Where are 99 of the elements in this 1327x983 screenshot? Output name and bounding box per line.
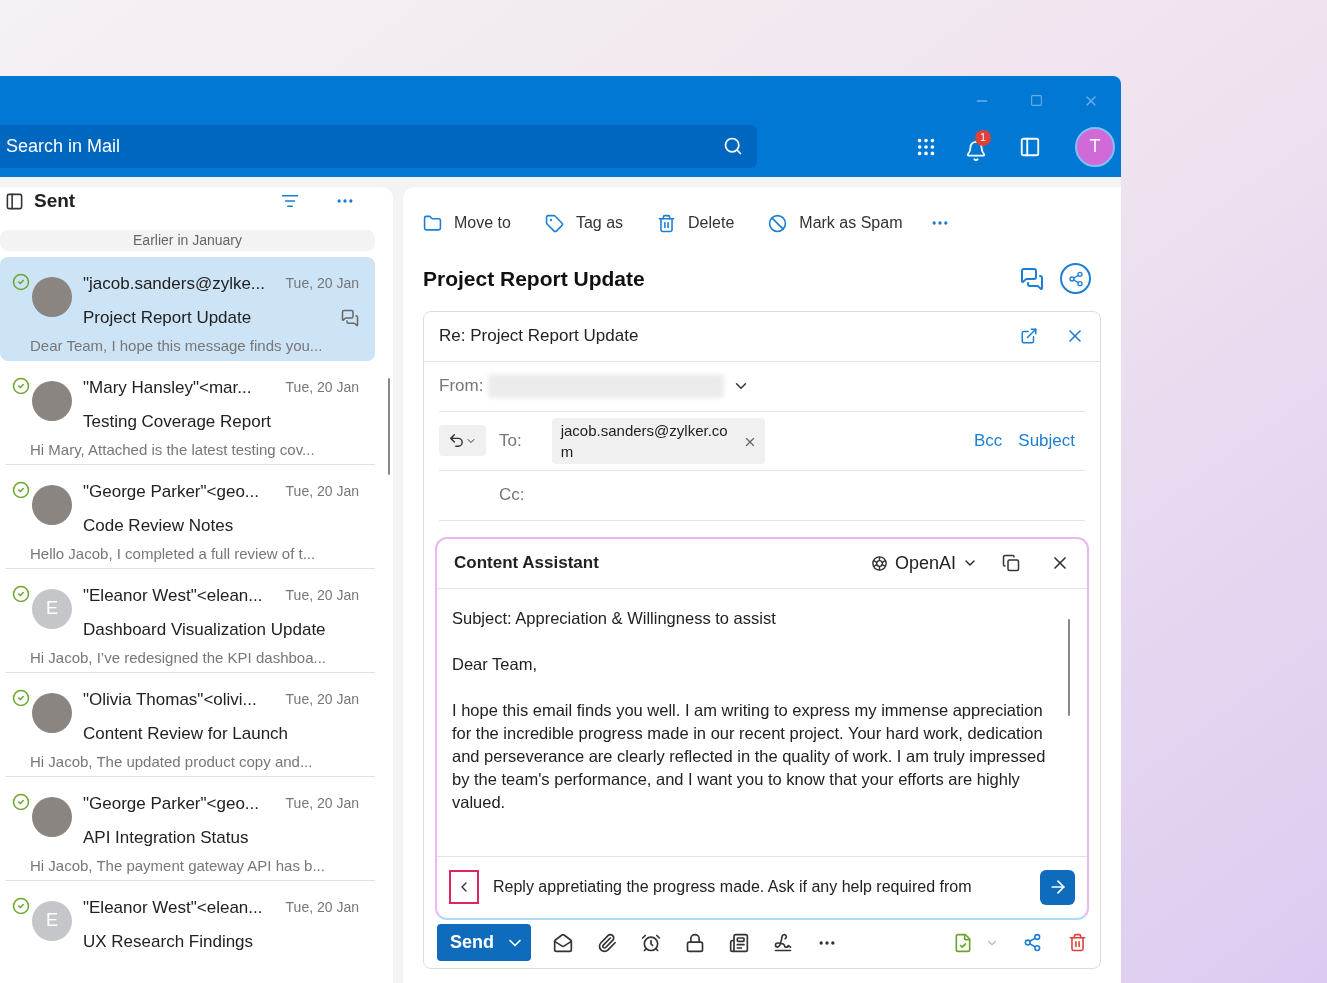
mail-item[interactable]: E "Eleanor West"<elean... Tue, 20 Jan Dashboard Visualization Update Hi Jacob, I’ve redesigned the KPI dashboa... <box>5 568 375 673</box>
attachment-icon[interactable] <box>597 932 617 953</box>
mail-item[interactable]: "Olivia Thomas"<olivi... Tue, 20 Jan Content Review for Launch Hi Jacob, The updated product copy and... <box>5 672 375 777</box>
alarm-clock-icon[interactable] <box>641 932 661 953</box>
mail-subject: UX Research Findings <box>83 931 254 953</box>
sent-check-icon <box>12 584 30 603</box>
toolbar-button[interactable]: Tag as <box>544 211 624 235</box>
template-icon[interactable] <box>729 932 749 953</box>
toolbar-button[interactable]: Mark as Spam <box>768 211 903 235</box>
mail-date: Tue, 20 Jan <box>284 793 359 813</box>
avatar: E <box>32 588 72 629</box>
ban-icon <box>768 213 788 233</box>
mail-subject: Dashboard Visualization Update <box>83 619 326 641</box>
mail-preview: Dear Team, I hope this message finds you... <box>30 335 324 356</box>
toolbar-button[interactable]: Delete <box>657 211 735 235</box>
mail-subject: Project Report Update <box>83 307 252 329</box>
mail-subject: Code Review Notes <box>83 515 234 537</box>
message-title: Project Report Update <box>423 266 645 292</box>
collapse-icon[interactable] <box>5 191 24 211</box>
share-icon <box>1067 270 1084 287</box>
sender: "George Parker"<geo... <box>83 480 260 503</box>
generated-text: I hope this email finds you well. I am writing to express my immense appreciation for the incredible progress made in our recent project. Your hard work, dedication and perseverance are clearly reflected in the quality of work. I am truly impressed by the team's performance, and I want you to know that your efforts are highly valued. <box>452 699 1047 813</box>
mail-item[interactable]: "George Parker"<geo... Tue, 20 Jan API Integration Status Hi Jacob, The payment gateway API has b... <box>5 776 375 881</box>
mail-item[interactable]: "jacob.sanders@zylke... Tue, 20 Jan Project Report Update Dear Team, I hope this message finds you... <box>0 256 375 361</box>
field-label: From: <box>439 375 484 398</box>
back-button[interactable] <box>449 870 479 904</box>
mail-preview: Hi Mary, Attached is the latest testing cov... <box>30 439 316 460</box>
copy-icon[interactable] <box>1002 554 1020 572</box>
field-label: Cc: <box>499 484 525 507</box>
lock-icon[interactable] <box>685 932 705 953</box>
mail-subject: API Integration Status <box>83 827 249 849</box>
mail-subject: Testing Coverage Report <box>83 411 272 433</box>
delete-icon[interactable] <box>1068 933 1087 952</box>
mail-preview: Hi Jacob, The updated product copy and... <box>30 751 314 772</box>
toolbar-button[interactable]: Move to <box>423 211 511 235</box>
file-check-icon[interactable] <box>953 932 973 953</box>
scrollbar[interactable] <box>1068 618 1070 716</box>
mail-preview: Hi Jacob, The payment gateway API has b... <box>30 855 326 876</box>
submit-button[interactable] <box>1040 869 1075 905</box>
mail-date: Tue, 20 Jan <box>284 585 359 605</box>
assistant-title: Content Assistant <box>454 552 599 575</box>
sender: "Olivia Thomas"<olivi... <box>83 688 257 711</box>
share-icon[interactable] <box>1023 933 1042 952</box>
pop-out-icon[interactable] <box>1020 327 1038 345</box>
subject-link[interactable]: Subject <box>1018 427 1075 454</box>
mail-date: Tue, 20 Jan <box>284 481 359 501</box>
mail-item[interactable]: E "Eleanor West"<elean... Tue, 20 Jan UX Research Findings <box>5 880 375 983</box>
notification-badge: 1 <box>975 129 991 146</box>
generated-text: Subject: Appreciation & Willingness to assist <box>452 607 777 629</box>
sender: "Eleanor West"<elean... <box>83 896 263 919</box>
photo-placeholder <box>32 276 72 317</box>
sent-check-icon <box>12 896 30 915</box>
photo-placeholder <box>32 796 72 837</box>
mail-date: Tue, 20 Jan <box>284 897 359 917</box>
mail-item[interactable]: "George Parker"<geo... Tue, 20 Jan Code Review Notes Hello Jacob, I completed a full review of t... <box>5 464 375 569</box>
panel-icon[interactable] <box>1019 135 1041 158</box>
send-button[interactable]: Send <box>437 924 531 961</box>
reply-mode-button[interactable] <box>439 425 486 456</box>
sender: "jacob.sanders@zylke... <box>83 272 266 295</box>
mail-item[interactable]: "Mary Hansley"<mar... Tue, 20 Jan Testing Coverage Report Hi Mary, Attached is the latest testing cov... <box>5 360 375 465</box>
compose-title: Re: Project Report Update <box>439 325 639 348</box>
signature-icon[interactable] <box>773 932 793 953</box>
sender: "George Parker"<geo... <box>83 792 260 815</box>
mail-preview: Hi Jacob, I’ve redesigned the KPI dashboa... <box>30 647 327 668</box>
mail-date: Tue, 20 Jan <box>284 273 359 293</box>
sent-check-icon <box>12 272 30 291</box>
scrollbar[interactable] <box>388 378 390 475</box>
photo-placeholder <box>32 484 72 525</box>
generated-text: Dear Team, <box>452 653 538 675</box>
search-field[interactable]: Search in Mail <box>0 125 757 168</box>
search-icon[interactable] <box>723 136 743 156</box>
photo-placeholder <box>32 692 72 733</box>
notifications-icon[interactable] <box>965 139 987 162</box>
share-button[interactable] <box>1060 263 1091 295</box>
provider-dropdown[interactable]: OpenAI <box>869 549 978 577</box>
mail-date: Tue, 20 Jan <box>284 689 359 709</box>
mail-subject: Content Review for Launch <box>83 723 289 745</box>
sent-check-icon <box>12 480 30 499</box>
tag-icon <box>544 213 564 233</box>
sender: "Mary Hansley"<mar... <box>83 376 252 399</box>
conversation-icon[interactable] <box>1020 266 1044 291</box>
sent-check-icon <box>12 688 30 707</box>
folder-icon <box>423 213 442 233</box>
group-header: Earlier in January <box>0 229 375 251</box>
sent-check-icon <box>12 376 30 395</box>
mail-preview: Hello Jacob, I completed a full review of t... <box>30 543 317 564</box>
sent-check-icon <box>12 792 30 811</box>
photo-placeholder <box>32 380 72 421</box>
schedule-mail-icon[interactable] <box>553 932 573 953</box>
trash-icon <box>657 213 677 233</box>
bcc-link[interactable]: Bcc <box>973 427 1003 454</box>
recipient-chip[interactable]: jacob.sanders@zylker.co m <box>551 417 765 464</box>
mail-date: Tue, 20 Jan <box>284 377 359 397</box>
sender: "Eleanor West"<elean... <box>83 584 263 607</box>
avatar: E <box>32 900 72 941</box>
folder-title: Sent <box>34 189 76 213</box>
field-label: To: <box>499 429 522 452</box>
prompt-field[interactable]: Reply appretiating the progress made. Ask if any help required from <box>493 877 1032 897</box>
reply-icon <box>448 432 465 449</box>
